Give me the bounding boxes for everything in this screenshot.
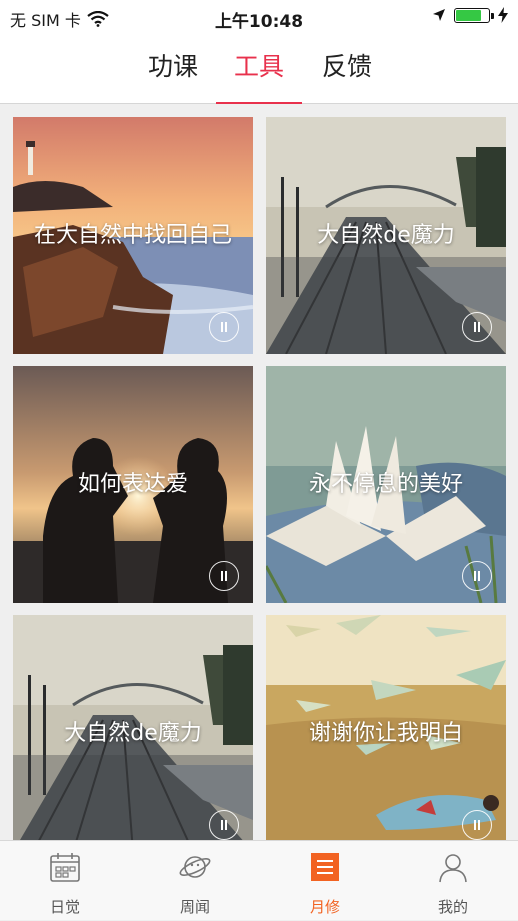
- card-item[interactable]: 如何表达爱: [13, 366, 253, 603]
- card-grid: 在大自然中找回自己 大自然de魔力 如何表达爱 永不停息的美好 大自然de魔力 …: [0, 104, 518, 840]
- pause-icon[interactable]: [462, 810, 492, 840]
- pause-icon[interactable]: [209, 312, 239, 342]
- tab-gongke[interactable]: 功课: [130, 34, 216, 103]
- pause-icon[interactable]: [209, 561, 239, 591]
- battery-fill: [456, 9, 482, 21]
- card-item[interactable]: 大自然de魔力: [13, 615, 253, 840]
- pause-icon[interactable]: [209, 810, 239, 840]
- calendar-icon: [50, 853, 80, 882]
- tab-gongju[interactable]: 工具: [216, 34, 302, 104]
- top-tab-bar: 功课 工具 反馈: [0, 34, 518, 104]
- card-item[interactable]: 永不停息的美好: [266, 366, 506, 603]
- bottom-tab-label: 月修: [309, 898, 340, 916]
- card-title: 谢谢你让我明白: [308, 721, 463, 746]
- status-bar: 无 SIM 卡 上午10:48: [0, 0, 518, 34]
- card-item[interactable]: 大自然de魔力: [266, 117, 506, 354]
- planet-icon: [179, 856, 211, 878]
- card-title: 永不停息的美好: [308, 472, 463, 497]
- list-icon: [311, 853, 339, 881]
- card-item[interactable]: 在大自然中找回自己: [13, 117, 253, 354]
- charging-bolt-icon: [498, 7, 508, 23]
- bottom-tab-wode[interactable]: 我的: [403, 841, 503, 921]
- bottom-tab-rijue[interactable]: 日觉: [15, 841, 115, 921]
- bottom-tab-label: 我的: [437, 898, 468, 916]
- location-arrow-icon: [433, 9, 445, 21]
- bottom-tab-zhouwen[interactable]: 周闻: [145, 841, 245, 921]
- card-title: 在大自然中找回自己: [33, 223, 232, 248]
- card-title: 大自然de魔力: [317, 223, 455, 248]
- person-icon: [439, 854, 467, 883]
- pause-icon[interactable]: [462, 312, 492, 342]
- pause-icon[interactable]: [462, 561, 492, 591]
- card-title: 大自然de魔力: [64, 721, 202, 746]
- bottom-tab-label: 周闻: [179, 898, 210, 916]
- battery-icon: [454, 7, 494, 23]
- bottom-tab-bar: 日觉 周闻 月修 我的: [0, 840, 518, 920]
- card-title: 如何表达爱: [77, 472, 188, 497]
- tab-fankui[interactable]: 反馈: [304, 34, 390, 103]
- bottom-tab-label: 日觉: [49, 898, 80, 916]
- bottom-tab-yuexiu[interactable]: 月修: [275, 841, 375, 921]
- card-item[interactable]: 谢谢你让我明白: [266, 615, 506, 840]
